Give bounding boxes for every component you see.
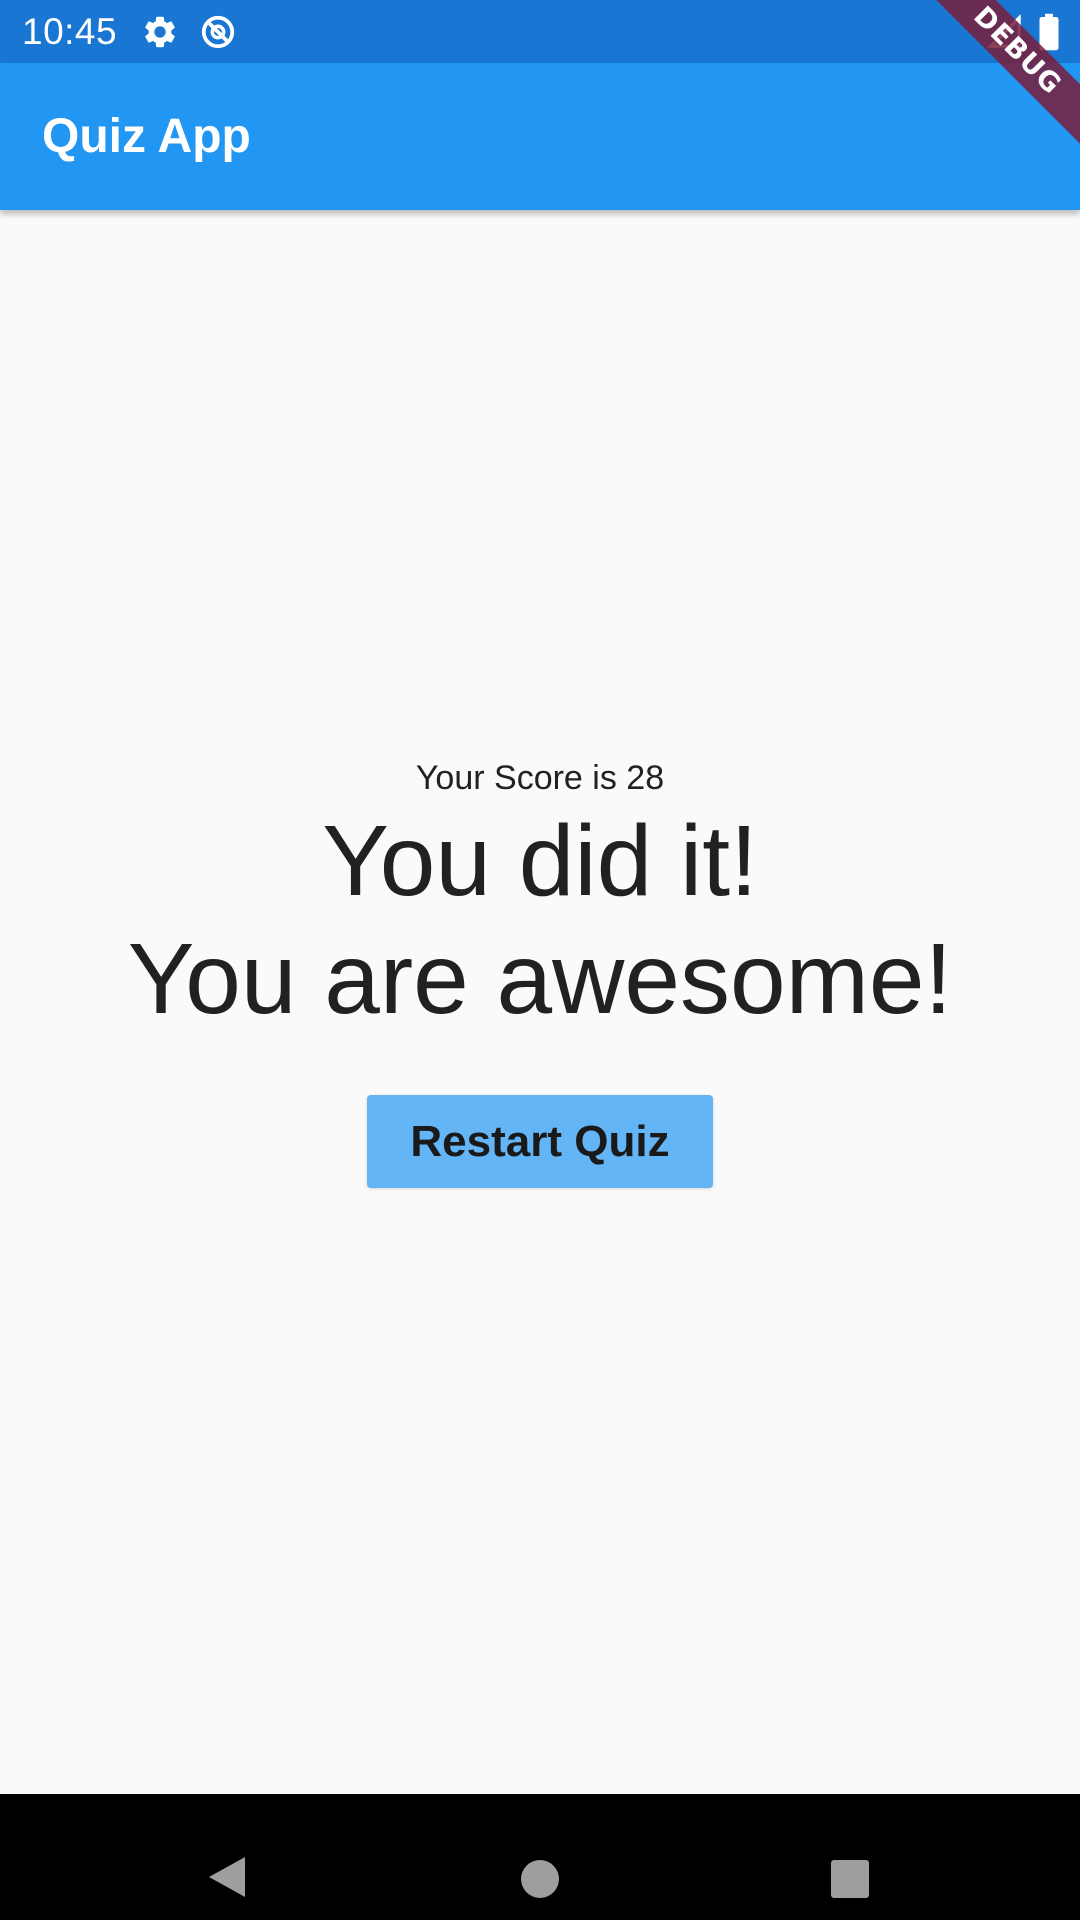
no-tracking-icon [201, 15, 235, 49]
back-icon [209, 1856, 245, 1897]
score-text: Your Score is 28 [415, 759, 665, 797]
result-message-line-2: You are awesome! [127, 923, 953, 1035]
status-bar: 10:45 [0, 0, 1080, 63]
battery-icon [1039, 13, 1059, 51]
screen: 10:45 DEBUG Quiz App Your Score is 28 Yo… [0, 0, 1080, 1920]
back-button[interactable] [167, 1794, 287, 1920]
navigation-bar [0, 1794, 1080, 1920]
result-message-line-1: You did it! [322, 805, 758, 917]
result-screen: Your Score is 28 You did it! You are awe… [0, 210, 1080, 1794]
recents-button[interactable] [790, 1794, 910, 1920]
recents-icon [831, 1859, 869, 1898]
status-time: 10:45 [22, 11, 118, 52]
app-title: Quiz App [42, 110, 251, 163]
home-icon [521, 1859, 559, 1898]
home-button[interactable] [480, 1794, 600, 1920]
restart-quiz-button[interactable]: Restart Quiz [367, 1095, 713, 1188]
app-bar: Quiz App [0, 63, 1080, 210]
gear-icon [145, 16, 175, 48]
signal-icon [988, 14, 1021, 48]
